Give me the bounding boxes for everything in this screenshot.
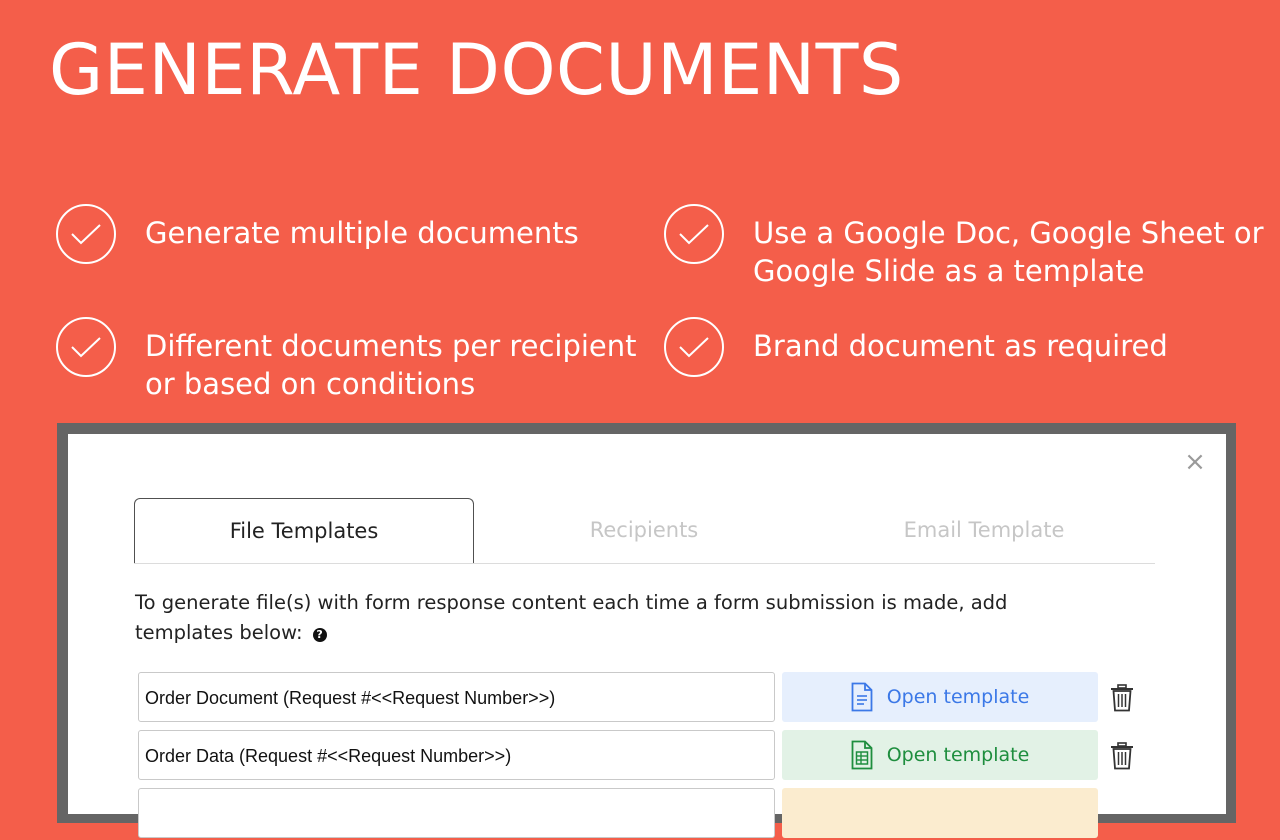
tab-bar: File Templates Recipients Email Template: [134, 498, 1155, 564]
google-doc-icon: [851, 682, 873, 712]
open-template-button[interactable]: Open template: [782, 730, 1098, 780]
trash-icon[interactable]: [1110, 684, 1134, 712]
template-row: Order Data (Request #<<Request Number>>)…: [138, 730, 1148, 782]
template-name-input[interactable]: [138, 788, 775, 838]
template-name-input[interactable]: Order Document (Request #<<Request Numbe…: [138, 672, 775, 722]
feature-text: Brand document as required: [753, 329, 1168, 363]
feature-text: Use a Google Doc, Google Sheet or Google…: [753, 216, 1264, 288]
feature-text: Different documents per recipient or bas…: [145, 329, 637, 401]
tab-recipients[interactable]: Recipients: [554, 498, 734, 562]
template-row: Order Document (Request #<<Request Numbe…: [138, 672, 1148, 724]
feature-item: Brand document as required: [664, 317, 1168, 377]
close-icon[interactable]: ×: [1183, 449, 1207, 475]
feature-text: Generate multiple documents: [145, 216, 579, 250]
open-template-label: Open template: [886, 686, 1030, 708]
checkmark-icon: [56, 317, 116, 377]
checkmark-icon: [664, 204, 724, 264]
checkmark-icon: [664, 317, 724, 377]
tab-file-templates[interactable]: File Templates: [134, 498, 474, 563]
google-sheet-icon: [851, 740, 873, 770]
template-row: [138, 788, 1148, 840]
open-template-label: Open template: [886, 744, 1030, 766]
checkmark-icon: [56, 204, 116, 264]
hero-title: GENERATE DOCUMENTS: [49, 29, 904, 111]
feature-item: Generate multiple documents: [56, 204, 579, 264]
intro-text: To generate file(s) with form response c…: [135, 591, 1008, 644]
open-template-button[interactable]: [782, 788, 1098, 838]
feature-item: Use a Google Doc, Google Sheet or Google…: [664, 204, 1264, 290]
template-name-input[interactable]: Order Data (Request #<<Request Number>>): [138, 730, 775, 780]
tab-email-template[interactable]: Email Template: [874, 498, 1094, 562]
help-icon[interactable]: ?: [312, 628, 327, 642]
feature-item: Different documents per recipient or bas…: [56, 317, 637, 403]
trash-icon[interactable]: [1110, 742, 1134, 770]
open-template-button[interactable]: Open template: [782, 672, 1098, 722]
intro-paragraph: To generate file(s) with form response c…: [135, 588, 1095, 648]
